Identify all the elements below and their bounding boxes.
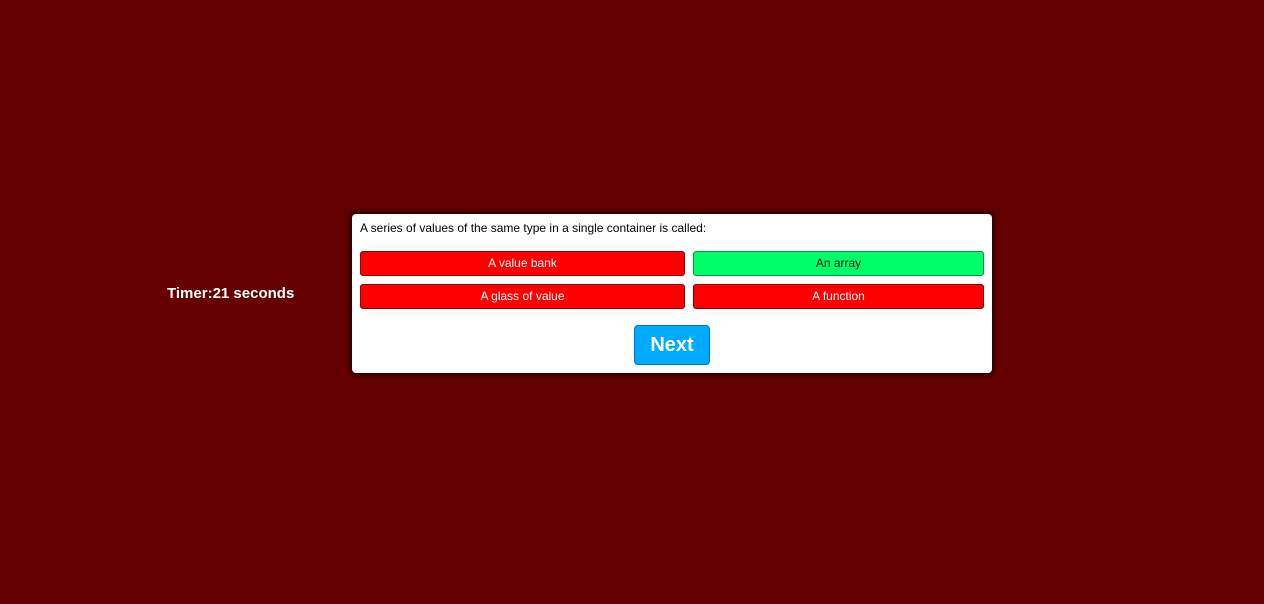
answer-button-glass-of-value[interactable]: A glass of value bbox=[360, 284, 685, 309]
timer-display: Timer:21 seconds bbox=[167, 285, 295, 302]
answer-button-array[interactable]: An array bbox=[693, 251, 984, 276]
question-text: A series of values of the same type in a… bbox=[360, 221, 707, 235]
next-button[interactable]: Next bbox=[634, 325, 710, 365]
answer-button-value-bank[interactable]: A value bank bbox=[360, 251, 685, 276]
answer-button-function[interactable]: A function bbox=[693, 284, 984, 309]
quiz-card: A series of values of the same type in a… bbox=[352, 214, 992, 373]
